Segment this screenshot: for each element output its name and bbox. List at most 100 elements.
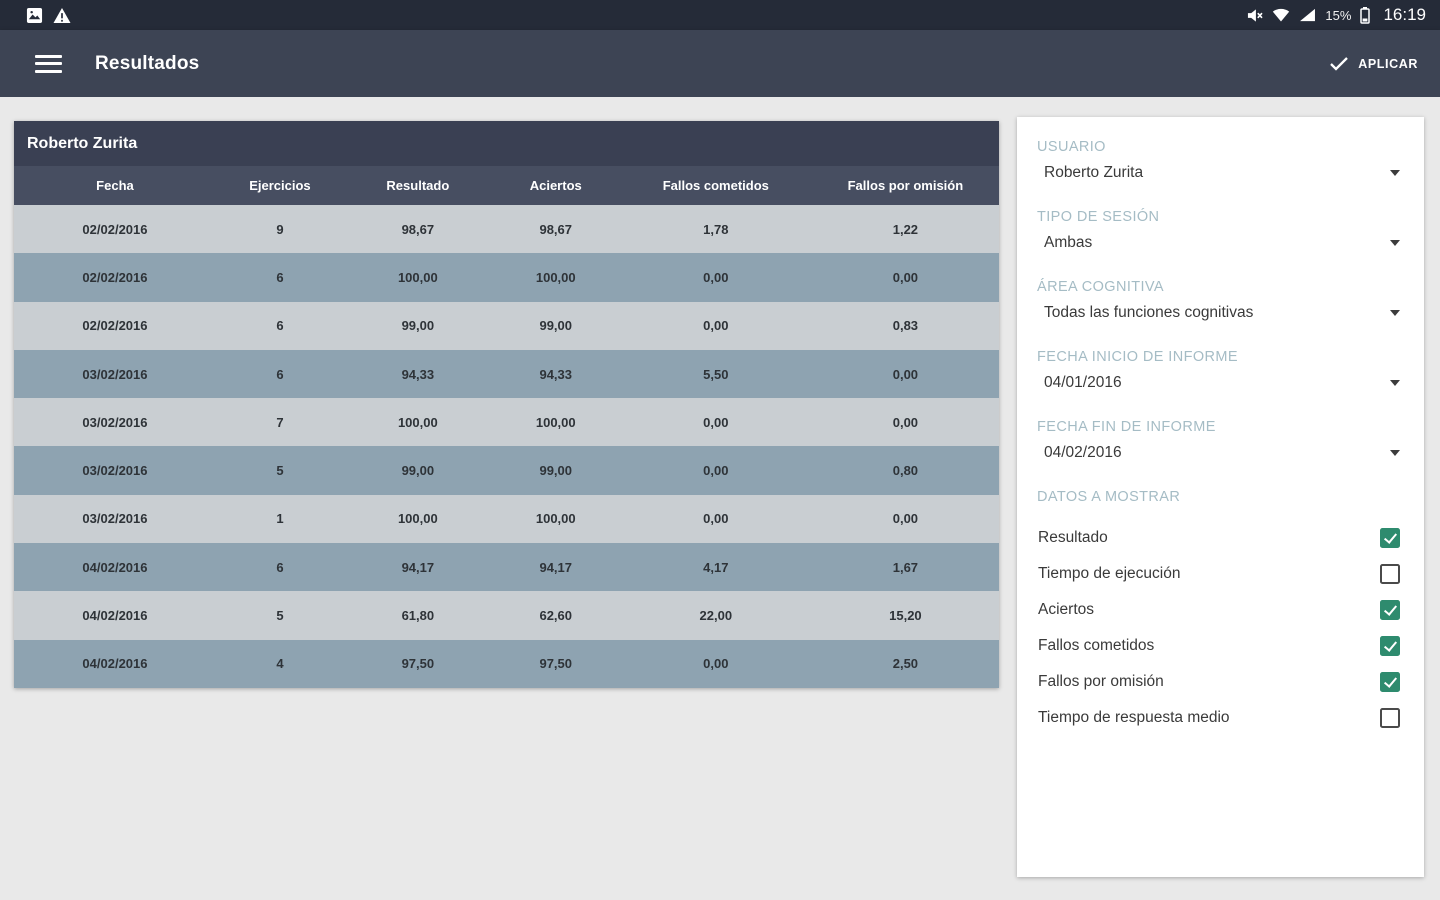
table-row[interactable]: 02/02/2016 6 100,00 100,00 0,00 0,00 <box>14 253 999 302</box>
table-cell: 94,33 <box>401 366 435 382</box>
table-cell: 22,00 <box>699 608 733 624</box>
signal-icon <box>1299 8 1316 22</box>
filter-value: 04/01/2016 <box>1044 374 1122 391</box>
chevron-down-icon <box>1390 310 1400 316</box>
column-header: Fallos por omisión <box>847 178 964 193</box>
table-cell: 7 <box>276 414 284 430</box>
table-cell: 98,67 <box>539 221 573 237</box>
checkbox[interactable] <box>1380 708 1400 728</box>
checkbox[interactable] <box>1380 636 1400 656</box>
checkbox[interactable] <box>1380 528 1400 548</box>
table-row[interactable]: 03/02/2016 1 100,00 100,00 0,00 0,00 <box>14 494 999 544</box>
filter-dropdown[interactable]: Todas las funciones cognitivas <box>1037 304 1410 322</box>
table-cell: 03/02/2016 <box>82 511 148 527</box>
table-cell: 100,00 <box>397 511 438 527</box>
table-row[interactable]: 04/02/2016 5 61,80 62,60 22,00 15,20 <box>14 591 999 640</box>
table-cell: 100,00 <box>535 414 576 430</box>
checkbox[interactable] <box>1380 600 1400 620</box>
filter-label: FECHA INICIO DE INFORME <box>1037 349 1238 365</box>
checkbox[interactable] <box>1380 672 1400 692</box>
filter-value: Roberto Zurita <box>1044 164 1144 181</box>
chevron-down-icon <box>1390 380 1400 386</box>
checkbox-row-1[interactable]: Tiempo de ejecución <box>1037 556 1410 592</box>
checkbox-row-0[interactable]: Resultado <box>1037 520 1410 556</box>
filter-dropdown[interactable]: Roberto Zurita <box>1037 164 1410 182</box>
checkbox-label: Resultado <box>1038 529 1108 546</box>
table-cell: 0,00 <box>892 269 919 285</box>
table-row[interactable]: 02/02/2016 6 99,00 99,00 0,00 0,83 <box>14 301 999 350</box>
table-cell: 0,83 <box>892 318 919 334</box>
table-cell: 94,17 <box>401 559 435 575</box>
table-cell: 99,00 <box>539 318 573 334</box>
table-cell: 1 <box>276 511 284 527</box>
checkbox-row-5[interactable]: Tiempo de respuesta medio <box>1037 700 1410 736</box>
filter-panel: USUARIO Roberto Zurita TIPO DE SESIÓN Ambas… <box>1017 117 1424 877</box>
content-area: Roberto Zurita Fecha Ejercicios Resultado A… <box>0 97 1440 900</box>
table-cell: 03/02/2016 <box>82 463 148 479</box>
apply-button[interactable]: APLICAR <box>1327 48 1420 79</box>
column-header: Fallos cometidos <box>662 178 769 193</box>
table-cell: 61,80 <box>401 608 435 624</box>
warning-icon <box>52 7 72 24</box>
filter-label: FECHA FIN DE INFORME <box>1037 419 1216 435</box>
table-cell: 04/02/2016 <box>82 608 148 624</box>
column-header: Aciertos <box>529 178 582 193</box>
table-cell: 98,67 <box>401 221 435 237</box>
table-cell: 0,00 <box>892 511 919 527</box>
filter-group-3: FECHA INICIO DE INFORME 04/01/2016 <box>1037 349 1410 392</box>
table-cell: 97,50 <box>401 656 435 672</box>
checkbox-label: Tiempo de ejecución <box>1038 565 1181 582</box>
table-cell: 0,00 <box>703 463 729 479</box>
table-cell: 94,33 <box>539 366 573 382</box>
table-title: Roberto Zurita <box>14 121 999 166</box>
table-row[interactable]: 03/02/2016 5 99,00 99,00 0,00 0,80 <box>14 446 999 495</box>
mute-icon <box>1246 8 1264 23</box>
filter-group-4: FECHA FIN DE INFORME 04/02/2016 <box>1037 419 1410 462</box>
chevron-down-icon <box>1390 170 1400 176</box>
column-header: Resultado <box>386 178 450 193</box>
table-cell: 02/02/2016 <box>82 318 148 334</box>
table-cell: 99,00 <box>401 463 435 479</box>
filter-dropdown[interactable]: 04/01/2016 <box>1037 374 1410 392</box>
filter-value: 04/02/2016 <box>1044 444 1122 461</box>
table-cell: 100,00 <box>397 269 438 285</box>
checkbox-row-4[interactable]: Fallos por omisión <box>1037 664 1410 700</box>
table-cell: 6 <box>276 366 284 382</box>
menu-icon[interactable] <box>35 54 62 73</box>
chevron-down-icon <box>1390 240 1400 246</box>
filter-label: TIPO DE SESIÓN <box>1037 209 1160 225</box>
table-header-row: Fecha Ejercicios Resultado Aciertos Fallos c… <box>14 166 999 205</box>
table-row[interactable]: 03/02/2016 6 94,33 94,33 5,50 0,00 <box>14 349 999 399</box>
filter-dropdown[interactable]: Ambas <box>1037 234 1410 252</box>
table-cell: 4 <box>276 656 284 672</box>
status-bar: 15% 16:19 <box>0 0 1440 30</box>
image-icon <box>26 7 43 24</box>
table-cell: 99,00 <box>401 318 435 334</box>
app-bar: Resultados APLICAR <box>0 30 1440 97</box>
battery-percent: 15% <box>1325 7 1352 23</box>
table-cell: 0,00 <box>703 269 729 285</box>
table-cell: 100,00 <box>535 511 576 527</box>
table-cell: 15,20 <box>889 608 922 624</box>
table-row[interactable]: 03/02/2016 7 100,00 100,00 0,00 0,00 <box>14 398 999 447</box>
filter-groups: USUARIO Roberto Zurita TIPO DE SESIÓN Ambas… <box>1037 139 1410 462</box>
checkbox-row-3[interactable]: Fallos cometidos <box>1037 628 1410 664</box>
table-cell: 5 <box>276 608 284 624</box>
filter-value: Ambas <box>1044 234 1093 251</box>
table-cell: 6 <box>276 269 284 285</box>
status-bar-right: 15% 16:19 <box>1246 5 1426 25</box>
table-cell: 94,17 <box>539 559 573 575</box>
table-cell: 0,00 <box>892 366 919 382</box>
table-cell: 100,00 <box>535 269 576 285</box>
table-row[interactable]: 04/02/2016 6 94,17 94,17 4,17 1,67 <box>14 543 999 592</box>
checkbox-row-2[interactable]: Aciertos <box>1037 592 1410 628</box>
results-table: Roberto Zurita Fecha Ejercicios Resultado A… <box>14 121 999 688</box>
table-cell: 0,00 <box>892 414 919 430</box>
datos-a-mostrar-label: DATOS A MOSTRAR <box>1037 489 1181 505</box>
filter-dropdown[interactable]: 04/02/2016 <box>1037 444 1410 462</box>
table-cell: 0,00 <box>703 511 729 527</box>
table-row[interactable]: 04/02/2016 4 97,50 97,50 0,00 2,50 <box>14 639 999 688</box>
table-row[interactable]: 02/02/2016 9 98,67 98,67 1,78 1,22 <box>14 205 999 254</box>
checkbox[interactable] <box>1380 564 1400 584</box>
table-cell: 6 <box>276 318 284 334</box>
